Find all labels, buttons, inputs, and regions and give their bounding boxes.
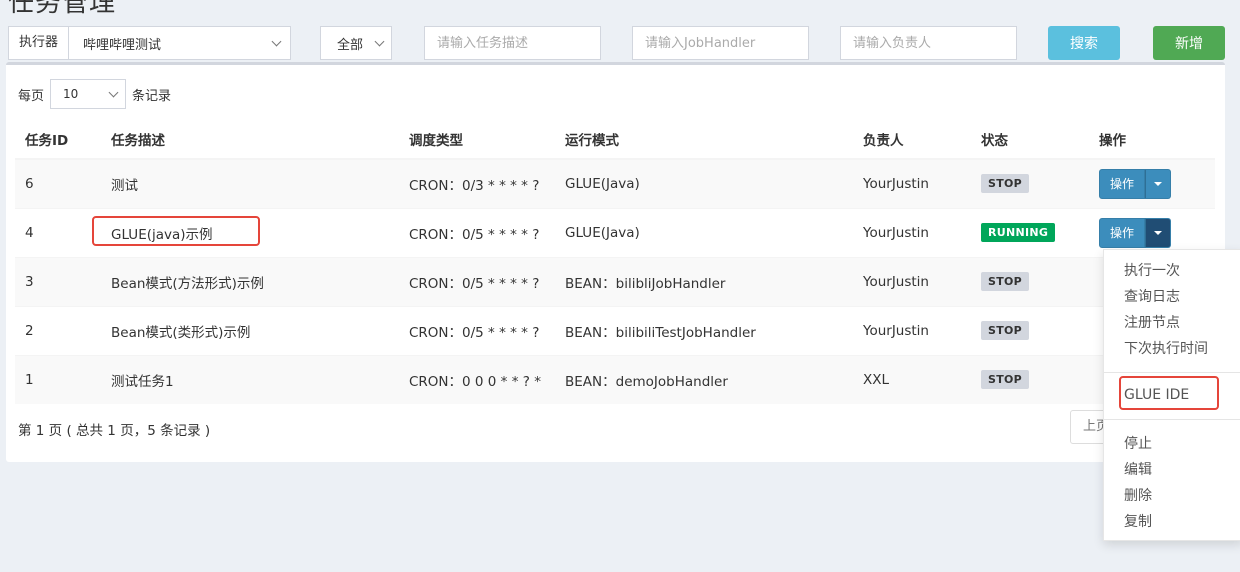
- chevron-down-icon: [374, 36, 385, 46]
- cell-mode: BEAN：bilibiliTestJobHandler: [555, 305, 853, 355]
- cell-id: 1: [15, 354, 101, 404]
- cell-mode: GLUE(Java): [555, 158, 853, 208]
- table-row: 6 测试 CRON：0/3 * * * * ? GLUE(Java) YourJ…: [15, 158, 1215, 208]
- menu-item-registry-nodes[interactable]: 注册节点: [1124, 312, 1180, 332]
- cell-author: YourJustin: [853, 158, 971, 208]
- cell-status: RUNNING: [971, 207, 1089, 257]
- page-title: 任务管理: [8, 0, 117, 18]
- cell-id: 3: [15, 256, 101, 306]
- cell-id: 2: [15, 305, 101, 355]
- chevron-down-icon: [271, 36, 282, 46]
- cell-mode: BEAN：bilibliJobHandler: [555, 256, 853, 306]
- page-length-control: 每页 10 条记录: [18, 79, 171, 109]
- cell-schedule: CRON：0/5 * * * * ?: [399, 207, 555, 257]
- menu-divider: [1104, 372, 1240, 373]
- cell-status: STOP: [971, 256, 1089, 306]
- job-table: 任务ID 任务描述 调度类型 运行模式 负责人 状态 操作 6 测试 CRON：…: [15, 119, 1215, 404]
- status-badge: STOP: [981, 321, 1030, 340]
- cell-desc: GLUE(java)示例: [101, 207, 399, 257]
- col-header-status[interactable]: 状态: [971, 119, 1089, 160]
- search-button[interactable]: 搜索: [1048, 26, 1120, 60]
- table-row: 1 测试任务1 CRON：0 0 0 * * ? * BEAN：demoJobH…: [15, 354, 1215, 404]
- operation-button[interactable]: 操作: [1099, 168, 1146, 199]
- status-badge: STOP: [981, 174, 1030, 194]
- add-job-button[interactable]: 新增: [1153, 26, 1225, 60]
- cell-desc: Bean模式(类形式)示例: [101, 305, 399, 355]
- pagination-info: 第 1 页 ( 总共 1 页，5 条记录 ): [18, 423, 211, 439]
- table-header-row: 任务ID 任务描述 调度类型 运行模式 负责人 状态 操作: [15, 119, 1215, 160]
- cell-mode: GLUE(Java): [555, 207, 853, 257]
- menu-item-edit[interactable]: 编辑: [1124, 459, 1152, 479]
- executor-label: 执行器: [8, 26, 70, 60]
- page-length-select[interactable]: 10: [50, 79, 127, 109]
- col-header-schedule[interactable]: 调度类型: [399, 119, 555, 160]
- table-row: 2 Bean模式(类形式)示例 CRON：0/5 * * * * ? BEAN：…: [15, 305, 1215, 355]
- col-header-operation: 操作: [1089, 119, 1215, 160]
- cell-status: STOP: [971, 305, 1089, 355]
- caret-down-icon: [1154, 181, 1163, 186]
- author-input[interactable]: [840, 26, 1017, 60]
- operation-button[interactable]: 操作: [1099, 217, 1146, 248]
- executor-value: 哔哩哔哩测试: [83, 37, 162, 53]
- cell-schedule: CRON：0/5 * * * * ?: [399, 305, 555, 355]
- cell-id: 4: [15, 207, 101, 257]
- cell-operation: 操作: [1089, 158, 1215, 208]
- menu-item-next-trigger-time[interactable]: 下次执行时间: [1124, 338, 1208, 358]
- chevron-down-icon: [108, 87, 119, 97]
- col-header-desc[interactable]: 任务描述: [101, 119, 399, 160]
- menu-item-stop[interactable]: 停止: [1124, 433, 1152, 453]
- menu-item-copy[interactable]: 复制: [1124, 511, 1152, 531]
- menu-divider: [1104, 419, 1240, 420]
- table-row: 4 GLUE(java)示例 CRON：0/5 * * * * ? GLUE(J…: [15, 207, 1215, 257]
- operation-button-group: 操作: [1099, 168, 1172, 199]
- menu-item-query-log[interactable]: 查询日志: [1124, 286, 1180, 306]
- executor-filter: 执行器 哔哩哔哩测试: [8, 26, 298, 60]
- cell-author: YourJustin: [853, 305, 971, 355]
- cell-status: STOP: [971, 158, 1089, 208]
- cell-schedule: CRON：0/3 * * * * ?: [399, 158, 555, 208]
- operation-dropdown-toggle[interactable]: [1145, 217, 1172, 248]
- menu-item-delete[interactable]: 删除: [1124, 485, 1152, 505]
- col-header-author[interactable]: 负责人: [853, 119, 971, 160]
- length-suffix: 条记录: [132, 88, 172, 104]
- col-header-id[interactable]: 任务ID: [15, 119, 101, 160]
- executor-select[interactable]: 哔哩哔哩测试: [69, 26, 292, 60]
- cell-schedule: CRON：0 0 0 * * ? *: [399, 354, 555, 404]
- operation-button-group: 操作: [1099, 217, 1172, 248]
- caret-down-icon: [1154, 230, 1163, 235]
- cell-id: 6: [15, 158, 101, 208]
- status-badge: STOP: [981, 272, 1030, 291]
- cell-author: XXL: [853, 354, 971, 404]
- cell-schedule: CRON：0/5 * * * * ?: [399, 256, 555, 306]
- menu-item-glue-ide[interactable]: GLUE IDE: [1124, 387, 1189, 403]
- page-length-value: 10: [63, 87, 79, 101]
- job-desc-input[interactable]: [424, 26, 601, 60]
- job-handler-input[interactable]: [632, 26, 809, 60]
- operation-dropdown-menu: 执行一次 查询日志 注册节点 下次执行时间 GLUE IDE 停止 编辑 删除 …: [1103, 249, 1240, 541]
- job-list-box: 每页 10 条记录 任务ID 任务描述 调度类型 运行模式 负责人 状态 操作 …: [6, 62, 1225, 462]
- length-prefix: 每页: [18, 88, 45, 104]
- cell-desc: 测试: [101, 158, 399, 208]
- status-badge: STOP: [981, 370, 1030, 390]
- cell-author: YourJustin: [853, 207, 971, 257]
- cell-desc: 测试任务1: [101, 354, 399, 404]
- status-select[interactable]: 全部: [320, 26, 392, 60]
- menu-item-trigger-once[interactable]: 执行一次: [1124, 260, 1180, 280]
- cell-desc: Bean模式(方法形式)示例: [101, 256, 399, 306]
- cell-author: YourJustin: [853, 256, 971, 306]
- col-header-mode[interactable]: 运行模式: [555, 119, 853, 160]
- cell-status: STOP: [971, 354, 1089, 404]
- operation-dropdown-toggle[interactable]: [1145, 168, 1172, 199]
- table-row: 3 Bean模式(方法形式)示例 CRON：0/5 * * * * ? BEAN…: [15, 256, 1215, 306]
- status-badge: RUNNING: [981, 223, 1056, 242]
- cell-mode: BEAN：demoJobHandler: [555, 354, 853, 404]
- status-value: 全部: [337, 37, 364, 53]
